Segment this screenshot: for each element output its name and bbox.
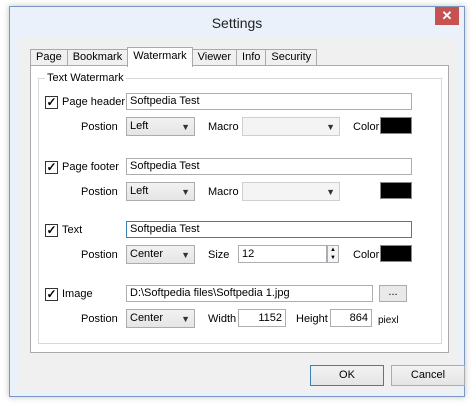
dialog-client: Page Bookmark Watermark Viewer Info Secu…: [17, 38, 465, 391]
page-footer-macro-select[interactable]: ▼: [242, 182, 340, 201]
text-size-label: Size: [208, 249, 230, 261]
page-footer-input[interactable]: Softpedia Test: [126, 158, 412, 175]
chevron-down-icon: ▼: [326, 187, 335, 197]
image-height-label: Height: [296, 313, 328, 325]
text-position-label: Postion: [81, 249, 118, 261]
image-height-input[interactable]: 864: [330, 309, 372, 327]
image-position-label: Postion: [81, 313, 118, 325]
text-input[interactable]: Softpedia Test: [126, 221, 412, 238]
tab-page[interactable]: Page: [30, 49, 68, 66]
text-color-swatch[interactable]: [380, 245, 412, 262]
tab-info[interactable]: Info: [236, 49, 267, 66]
page-footer-macro-label: Macro: [208, 186, 239, 198]
page-header-macro-select[interactable]: ▼: [242, 117, 340, 136]
image-label: Image: [62, 288, 93, 300]
page-header-macro-label: Macro: [208, 121, 239, 133]
page-header-position-select[interactable]: Left ▼: [126, 117, 195, 136]
chevron-down-icon: ▼: [181, 122, 190, 132]
page-footer-position-label: Postion: [81, 186, 118, 198]
page-header-color-swatch[interactable]: [380, 117, 412, 134]
title-bar: Settings ✕: [10, 7, 464, 37]
text-position-select[interactable]: Center ▼: [126, 245, 195, 264]
image-checkbox[interactable]: ✓: [45, 288, 58, 301]
image-unit-label: piexl: [378, 315, 399, 326]
page-header-color-label: Color: [353, 121, 380, 133]
page-header-input[interactable]: Softpedia Test: [126, 93, 412, 110]
page-header-label: Page header: [62, 96, 125, 108]
image-browse-button[interactable]: ...: [379, 285, 407, 302]
page-footer-label: Page footer: [62, 161, 119, 173]
page-header-position-value: Left: [130, 120, 149, 132]
text-position-value: Center: [130, 248, 164, 260]
text-size-input[interactable]: 12: [238, 245, 327, 263]
text-checkbox[interactable]: ✓: [45, 224, 58, 237]
tab-watermark[interactable]: Watermark: [127, 47, 193, 67]
image-width-input[interactable]: 1152: [238, 309, 286, 327]
window-title: Settings: [211, 15, 263, 31]
close-icon[interactable]: ✕: [435, 7, 459, 25]
text-size-spinner[interactable]: ▲ ▼: [327, 245, 339, 263]
text-color-label: Color: [353, 249, 380, 261]
image-width-label: Width: [208, 313, 237, 325]
chevron-down-icon: ▼: [181, 250, 190, 260]
chevron-down-icon: ▼: [181, 314, 190, 324]
page-header-position-label: Postion: [81, 121, 118, 133]
group-title: Text Watermark: [45, 72, 126, 84]
page-footer-color-swatch[interactable]: [380, 182, 412, 199]
settings-window: Settings ✕ Page Bookmark Watermark Viewe…: [9, 6, 465, 397]
text-watermark-group: Text Watermark ✓ Page header Softpedia T…: [38, 72, 442, 344]
tab-strip: Page Bookmark Watermark Viewer Info Secu…: [30, 47, 318, 67]
tab-bookmark[interactable]: Bookmark: [66, 49, 129, 66]
page-footer-position-select[interactable]: Left ▼: [126, 182, 195, 201]
tab-security[interactable]: Security: [265, 49, 318, 66]
image-position-select[interactable]: Center ▼: [126, 309, 195, 328]
watermark-panel: Text Watermark ✓ Page header Softpedia T…: [30, 65, 449, 353]
image-path-input[interactable]: D:\Softpedia files\Softpedia 1.jpg: [126, 285, 373, 302]
chevron-down-icon: ▼: [326, 122, 335, 132]
ok-button[interactable]: OK: [310, 365, 384, 386]
text-label: Text: [62, 224, 83, 236]
page-footer-position-value: Left: [130, 185, 149, 197]
page-header-checkbox[interactable]: ✓: [45, 96, 58, 109]
image-position-value: Center: [130, 312, 164, 324]
chevron-down-icon: ▼: [181, 187, 190, 197]
page-footer-checkbox[interactable]: ✓: [45, 161, 58, 174]
tab-viewer[interactable]: Viewer: [191, 49, 238, 66]
cancel-button[interactable]: Cancel: [391, 365, 465, 386]
